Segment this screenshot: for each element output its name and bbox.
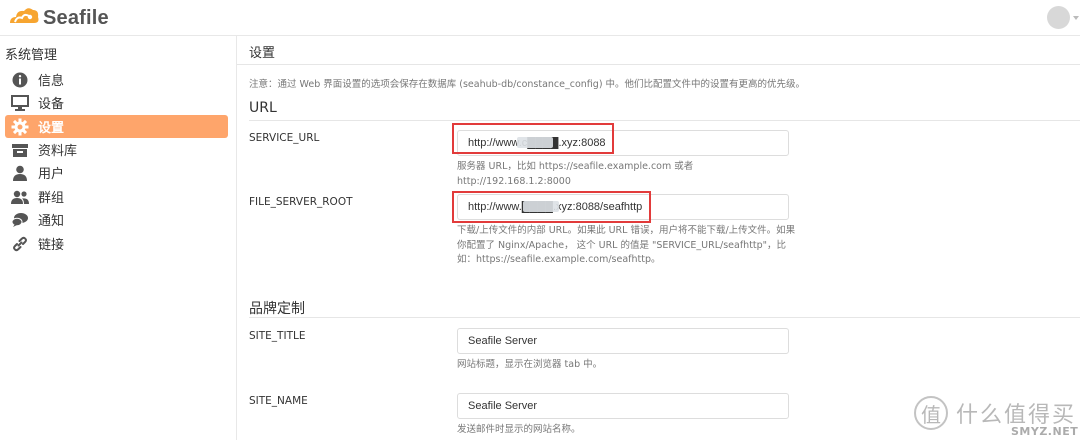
group-icon	[11, 188, 29, 206]
sidebar-item-label: 资料库	[38, 144, 78, 159]
watermark-site: SMYZ.NET	[1011, 425, 1079, 438]
section-divider	[249, 120, 1080, 121]
seafile-logo-icon	[8, 5, 40, 31]
redaction-blur	[517, 137, 553, 148]
info-icon	[11, 71, 29, 89]
link-icon	[11, 235, 29, 253]
gear-icon	[11, 118, 29, 136]
chevron-down-icon[interactable]	[1073, 16, 1079, 20]
site-title-input[interactable]	[457, 328, 789, 354]
sidebar-item-devices[interactable]: 设备	[5, 91, 228, 114]
sidebar-heading: 系统管理	[5, 48, 58, 63]
sidebar-item-label: 信息	[38, 74, 65, 89]
sidebar-item-info[interactable]: 信息	[5, 68, 228, 91]
section-title-url: URL	[249, 100, 277, 116]
settings-notice: 注意：通过 Web 界面设置的选项会保存在数据库 (seahub-db/cons…	[249, 79, 806, 90]
sidebar-item-groups[interactable]: 群组	[5, 185, 228, 208]
sidebar-item-label: 通知	[38, 214, 65, 229]
sidebar-item-links[interactable]: 链接	[5, 232, 228, 255]
watermark-glyph: 值	[914, 396, 948, 430]
library-icon	[11, 141, 29, 159]
settings-panel: 设置 注意：通过 Web 界面设置的选项会保存在数据库 (seahub-db/c…	[237, 36, 1080, 440]
service-url-input[interactable]	[457, 130, 789, 156]
sidebar: 系统管理 信息 设备 设置 资料库 用户 群组 通知 链接	[0, 36, 237, 440]
service-url-label: SERVICE_URL	[249, 132, 320, 144]
file-server-root-help: 下载/上传文件的内部 URL。如果此 URL 错误，用户将不能下载/上传文件。如…	[457, 225, 796, 265]
sidebar-item-label: 设置	[38, 121, 65, 136]
site-title-label: SITE_TITLE	[249, 330, 306, 342]
file-server-root-input[interactable]	[457, 194, 789, 220]
title-divider	[237, 64, 1080, 65]
site-name-help: 发送邮件时显示的网站名称。	[457, 424, 581, 435]
section-divider	[249, 317, 1080, 318]
sidebar-item-notifications[interactable]: 通知	[5, 208, 228, 231]
redaction-blur	[523, 201, 559, 212]
sidebar-item-label: 群组	[38, 191, 65, 206]
user-icon	[11, 164, 29, 182]
top-header: Seafile	[0, 0, 1080, 36]
section-title-branding: 品牌定制	[249, 301, 305, 317]
monitor-icon	[11, 94, 29, 112]
sidebar-item-label: 用户	[38, 167, 65, 182]
site-name-input[interactable]	[457, 393, 789, 419]
avatar[interactable]	[1047, 6, 1070, 29]
file-server-root-label: FILE_SERVER_ROOT	[249, 196, 353, 208]
site-title-help: 网站标题，显示在浏览器 tab 中。	[457, 359, 603, 370]
sidebar-item-label: 设备	[38, 97, 65, 112]
sidebar-item-libraries[interactable]: 资料库	[5, 138, 228, 161]
seafile-logo[interactable]: Seafile	[8, 5, 109, 31]
chat-icon	[11, 211, 29, 229]
page-title: 设置	[249, 46, 276, 61]
sidebar-item-settings[interactable]: 设置	[5, 115, 228, 138]
service-url-help: 服务器 URL，比如 https://seafile.example.com 或…	[457, 161, 694, 187]
sidebar-item-users[interactable]: 用户	[5, 161, 228, 184]
site-name-label: SITE_NAME	[249, 395, 308, 407]
sidebar-item-label: 链接	[38, 238, 65, 253]
brand-name: Seafile	[43, 6, 109, 29]
